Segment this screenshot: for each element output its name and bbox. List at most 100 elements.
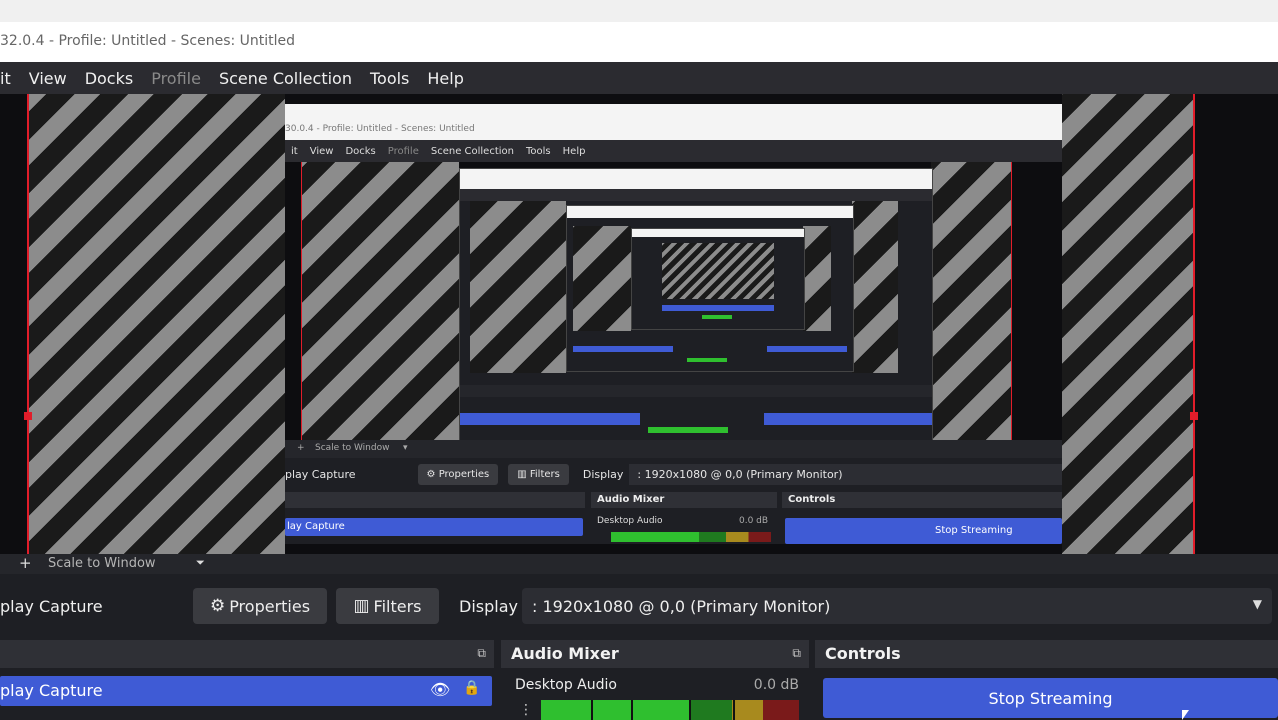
nested-stop-streaming-button: Stop Streaming	[785, 518, 1062, 544]
nested-controls-head: Controls	[782, 492, 1062, 508]
display-select-value: : 1920x1080 @ 0,0 (Primary Monitor)	[532, 597, 831, 616]
window-title-bar: 32.0.4 - Profile: Untitled - Scenes: Unt…	[0, 0, 1278, 62]
display-label: Display	[459, 597, 518, 616]
level-3-title-bar	[567, 206, 853, 218]
nested-display-select: : 1920x1080 @ 0,0 (Primary Monitor)	[629, 463, 1062, 485]
nested-scale-bar: + Scale to Window ▾	[285, 440, 1062, 458]
meter-tick	[591, 700, 593, 720]
nested-capture-view: 30.0.4 - Profile: Untitled - Scenes: Unt…	[285, 104, 1062, 544]
menu-edit[interactable]: it	[0, 69, 20, 88]
level-3-stripes-left	[573, 226, 631, 331]
undock-icon[interactable]: ⧉	[477, 646, 486, 661]
nested-desktop-audio: Desktop Audio	[597, 516, 663, 526]
menu-scene-collection[interactable]: Scene Collection	[210, 69, 361, 88]
dropdown-arrow-icon: ▼	[1252, 597, 1262, 611]
nested-mixer-head: Audio Mixer	[591, 492, 777, 508]
preview-scale-bar: + Scale to Window ⏷	[0, 554, 1278, 574]
window-title: 32.0.4 - Profile: Untitled - Scenes: Unt…	[0, 33, 296, 49]
menu-profile[interactable]: Profile	[142, 69, 210, 88]
meter-tick	[733, 700, 735, 720]
nested-preview	[285, 162, 1062, 440]
source-item-name: play Capture	[0, 681, 103, 700]
undock-icon[interactable]: ⧉	[792, 646, 801, 661]
display-select[interactable]: : 1920x1080 @ 0,0 (Primary Monitor) ▼	[522, 588, 1272, 624]
nested-scale-caret-icon: ▾	[403, 443, 408, 453]
audio-level-meter	[541, 700, 799, 720]
nested-audio-meter	[611, 532, 771, 542]
preview-canvas[interactable]: 30.0.4 - Profile: Untitled - Scenes: Unt…	[0, 94, 1278, 554]
level-2-title-bar	[460, 169, 932, 189]
nested-source-name: play Capture	[285, 467, 356, 481]
resize-handle-right[interactable]	[1190, 412, 1198, 420]
menu-help[interactable]: Help	[418, 69, 472, 88]
sources-panel-header: ⧉	[0, 640, 494, 668]
level-3-stop-button	[767, 346, 847, 352]
stop-streaming-button[interactable]: Stop Streaming	[823, 678, 1278, 718]
menu-bar: it View Docks Profile Scene Collection T…	[0, 62, 1278, 94]
properties-button[interactable]: ⚙ Properties	[193, 588, 327, 624]
stripe-pattern-left	[28, 94, 285, 554]
source-list-item[interactable]: play Capture 👁 🔒	[0, 676, 492, 706]
level-2-menu-bar	[460, 189, 932, 201]
nested-menu-item: Scene Collection	[430, 145, 514, 157]
sources-panel: ⧉ play Capture 👁 🔒	[0, 640, 494, 720]
filter-icon: ▥	[353, 596, 370, 616]
filters-button[interactable]: ▥ Filters	[336, 588, 439, 624]
nested-plus-icon: +	[297, 443, 305, 453]
level-2-stripes-right	[852, 201, 898, 373]
nested-scale-label: Scale to Window	[315, 443, 390, 453]
stripe-pattern-right	[1062, 94, 1194, 554]
nested-properties-button: ⚙ Properties	[417, 463, 499, 485]
meter-tick	[631, 700, 633, 720]
level-3-stripes-right	[803, 226, 831, 331]
nested-stripes-left	[301, 162, 459, 440]
source-toolbar: play Capture ⚙ Properties ▥ Filters Disp…	[0, 580, 1278, 632]
audio-mixer-title: Audio Mixer	[511, 644, 619, 663]
menu-tools[interactable]: Tools	[361, 69, 418, 88]
controls-header: Controls	[815, 640, 1278, 668]
level-4-stripes	[662, 243, 774, 299]
scale-to-window-label[interactable]: Scale to Window	[48, 556, 156, 571]
lock-icon[interactable]: 🔒	[463, 680, 480, 696]
nested-menu-item: Help	[562, 145, 586, 157]
nested-menu-bar: it View Docks Profile Scene Collection T…	[285, 140, 1062, 162]
selection-border-right	[1193, 94, 1195, 554]
meter-tick	[689, 700, 691, 720]
nested-db-value: 0.0 dB	[739, 516, 769, 526]
level-2-stripes-left	[470, 201, 566, 373]
eye-icon[interactable]: 👁	[430, 680, 450, 699]
nested-menu-item: it	[291, 145, 298, 157]
level-4-blue-bar	[662, 305, 774, 311]
nested-capture-level-2	[459, 168, 933, 440]
nested-border-left	[301, 162, 302, 440]
level-3-meter	[687, 358, 727, 362]
nested-capture-level-3	[566, 205, 854, 372]
nested-stripes-right	[931, 162, 1011, 440]
selected-source-name: play Capture	[0, 597, 103, 616]
nested-menu-item: Profile	[387, 145, 419, 157]
nested-window-title: 30.0.4 - Profile: Untitled - Scenes: Unt…	[285, 124, 475, 134]
level-2-stop-button	[764, 413, 932, 425]
resize-handle-left[interactable]	[24, 412, 32, 420]
properties-label: Properties	[229, 596, 311, 616]
level-4-title-bar	[632, 229, 804, 237]
nested-menu-item: Tools	[526, 145, 551, 157]
more-options-icon[interactable]: ⋮	[519, 702, 533, 718]
menu-docks[interactable]: Docks	[76, 69, 143, 88]
scale-dropdown-caret-icon[interactable]: ⏷	[196, 556, 205, 570]
nested-menu-item: Docks	[345, 145, 376, 157]
mouse-cursor-icon	[1182, 710, 1189, 720]
level-2-source-bar	[460, 385, 932, 397]
nested-sources-head	[285, 492, 585, 508]
menu-view[interactable]: View	[20, 69, 76, 88]
nested-border-right	[1011, 162, 1012, 440]
nested-display-label: Display	[582, 467, 624, 481]
desktop-audio-label: Desktop Audio	[515, 677, 617, 693]
selection-border-left	[27, 94, 29, 554]
nested-menu-item: View	[309, 145, 334, 157]
audio-mixer-header: Audio Mixer ⧉	[501, 640, 809, 668]
volume-db-readout: 0.0 dB	[753, 677, 799, 693]
nested-title-bar: 30.0.4 - Profile: Untitled - Scenes: Unt…	[285, 104, 1062, 140]
filters-label: Filters	[373, 596, 422, 616]
add-icon[interactable]: +	[19, 554, 32, 572]
